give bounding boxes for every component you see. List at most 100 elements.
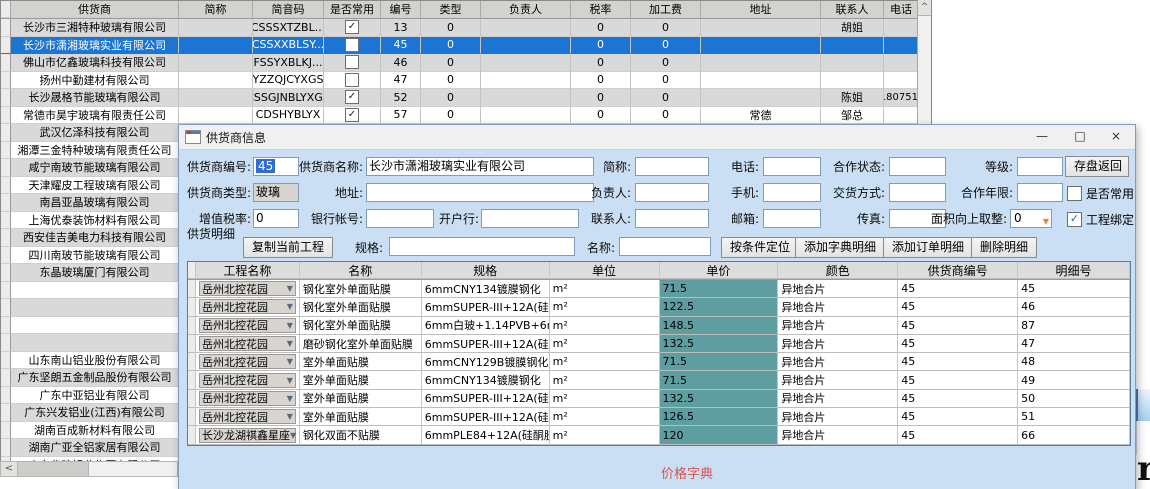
table-row[interactable]: 长沙晟格节能玻璃有限公司CSSGJNBLYXGS✓52000陈姐180751 [1, 89, 931, 107]
delivery-method-field[interactable] [889, 183, 946, 202]
scroll-left-icon[interactable]: < [1, 462, 18, 476]
table-cell: 规格 [422, 262, 550, 279]
project-combo[interactable]: 岳州北控花园▼ [199, 318, 296, 333]
table-cell: 0 [631, 72, 701, 90]
scrollbar-thumb[interactable] [18, 462, 89, 476]
project-combo[interactable]: 岳州北控花园▼ [199, 373, 296, 388]
detail-row[interactable]: 岳州北控花园▼钢化室外单面贴膜6mmSUPER-III+12A(硅...m²12… [188, 298, 1130, 316]
detail-row[interactable]: 岳州北控花园▼室外单面贴膜6mmSUPER-III+12A(硅...m²126.… [188, 408, 1130, 426]
area-round-up-combo[interactable]: 0 ▼ [1010, 209, 1052, 228]
checked-checkbox-icon[interactable]: ✓ [345, 20, 359, 34]
row-header-cell [188, 353, 196, 371]
checkbox-icon[interactable]: ✓ [1067, 212, 1082, 227]
close-icon[interactable]: × [1099, 125, 1133, 148]
phone-field[interactable] [763, 157, 821, 176]
address-field[interactable] [366, 183, 594, 202]
detail-row[interactable]: 长沙龙湖祺鑫星座▼钢化双面不贴膜6mmPLE84+12A(硅酮胶...m²120… [188, 426, 1130, 444]
detail-row[interactable]: 岳州北控花园▼钢化室外单面贴膜6mm白玻+1.14PVB+6mm...m²148… [188, 317, 1130, 335]
unchecked-checkbox-icon[interactable] [345, 73, 359, 87]
email-field[interactable] [763, 209, 821, 228]
grade-field[interactable] [1017, 157, 1063, 176]
grade-label: 等级: [949, 158, 1013, 176]
minimize-icon[interactable]: — [1025, 125, 1059, 148]
add-order-detail-button[interactable]: 添加订单明细 [883, 237, 973, 258]
contact-field[interactable] [635, 209, 709, 228]
table-cell: 71.5 [660, 280, 779, 298]
table-row[interactable]: 长沙市潇湘玻璃实业有限公司CSSXXBLSY...45000 [1, 37, 931, 55]
coop-status-field[interactable] [889, 157, 946, 176]
table-cell [11, 282, 179, 300]
detail-row[interactable]: 岳州北控花园▼室外单面贴膜6mmCNY129B镀膜钢化m²71.5异地合片454… [188, 353, 1130, 371]
project-combo[interactable]: 岳州北控花园▼ [199, 281, 296, 296]
table-row[interactable]: 扬州中勤建材有限公司YZZQJCYXGS47000 [1, 72, 931, 90]
chevron-down-icon: ▼ [1043, 213, 1049, 230]
project-combo[interactable]: 岳州北控花园▼ [199, 354, 296, 369]
table-cell: 0 [571, 37, 631, 55]
owner-field[interactable] [635, 183, 709, 202]
detail-row[interactable]: 岳州北控花园▼磨砂钢化室外单面贴膜6mmSUPER-III+12A(硅...m²… [188, 335, 1130, 353]
table-cell: 45 [1018, 280, 1130, 298]
detail-row[interactable]: 岳州北控花园▼室外单面贴膜6mmSUPER-III+12A(硅...m²132.… [188, 390, 1130, 408]
bank-branch-field[interactable] [481, 209, 579, 228]
project-combo[interactable]: 岳州北控花园▼ [199, 409, 296, 424]
delivery-method-label: 交货方式: [817, 184, 885, 202]
supplier-no-label: 供货商编号: [179, 158, 251, 176]
table-cell: 异地合片 [778, 335, 898, 353]
coop-years-field[interactable] [1017, 183, 1063, 202]
table-cell: 湘潭三金特种玻璃有限责任公司 [11, 142, 179, 160]
project-combo[interactable]: 岳州北控花园▼ [199, 336, 296, 351]
table-cell: m² [550, 335, 660, 353]
unchecked-checkbox-icon[interactable] [345, 38, 359, 52]
occluded-window-fragment [1136, 389, 1150, 423]
common-use-checkbox[interactable]: 是否常用 [1067, 185, 1134, 202]
chevron-down-icon: ▼ [287, 376, 293, 385]
checkbox-icon[interactable] [1067, 186, 1082, 201]
copy-project-button[interactable]: 复制当前工程 [243, 237, 333, 258]
table-cell: 126.5 [660, 408, 779, 426]
common-use-label: 是否常用 [1086, 185, 1134, 202]
checked-checkbox-icon[interactable]: ✓ [345, 108, 359, 122]
project-combo[interactable]: 岳州北控花园▼ [199, 299, 296, 314]
unchecked-checkbox-icon[interactable] [345, 55, 359, 69]
table-cell: 71.5 [660, 371, 779, 389]
spec-filter-input[interactable] [389, 237, 575, 256]
short-name-field[interactable] [635, 157, 709, 176]
email-label: 邮箱: [699, 210, 759, 228]
table-row[interactable]: 佛山市亿鑫玻璃科技有限公司FSSYXBLKJ...46000 [1, 54, 931, 72]
project-combo[interactable]: 岳州北控花园▼ [199, 391, 296, 406]
delete-detail-button[interactable]: 删除明细 [971, 237, 1037, 258]
row-header-cell [1, 142, 11, 160]
project-combo[interactable]: 长沙龙湖祺鑫星座▼ [199, 428, 296, 443]
bank-account-field[interactable] [366, 209, 434, 228]
table-cell: 0 [631, 19, 701, 37]
table-cell: 陈姐 [821, 89, 884, 107]
detail-row[interactable]: 岳州北控花园▼钢化室外单面贴膜6mmCNY134镀膜钢化m²71.5异地合片45… [188, 280, 1130, 298]
locate-button[interactable]: 按条件定位 [721, 237, 799, 258]
supply-detail-table[interactable]: 工程名称名称规格单位单价颜色供货商编号明细号岳州北控花园▼钢化室外单面贴膜6mm… [187, 261, 1131, 446]
dialog-titlebar[interactable]: 供货商信息 — □ × [179, 125, 1135, 150]
row-header-cell [188, 408, 196, 426]
table-cell: 57 [381, 107, 421, 125]
table-cell: 异地合片 [778, 371, 898, 389]
table-cell [481, 37, 571, 55]
table-row[interactable]: 长沙市三湘特种玻璃有限公司CSSSXTZBL...✓13000胡姐 [1, 19, 931, 37]
row-header-cell [1, 89, 11, 107]
mobile-field[interactable] [763, 183, 821, 202]
maximize-icon[interactable]: □ [1063, 125, 1097, 148]
table-cell: ✓ [324, 107, 381, 125]
add-dict-detail-button[interactable]: 添加字典明细 [795, 237, 885, 258]
table-cell: 东晶玻璃厦门有限公司 [11, 264, 179, 282]
name-filter-label: 名称: [575, 239, 615, 257]
name-filter-input[interactable] [619, 237, 711, 256]
supplier-name-field[interactable]: 长沙市潇湘玻璃实业有限公司 [366, 157, 594, 176]
save-return-button[interactable]: 存盘返回 [1065, 156, 1129, 177]
table-row[interactable]: 常德市昊宇玻璃有限责任公司CDSHYBLYX✓57000常德邹总 [1, 107, 931, 125]
table-cell: 天津耀皮工程玻璃有限公司 [11, 177, 179, 195]
checked-checkbox-icon[interactable]: ✓ [345, 90, 359, 104]
scroll-up-icon[interactable]: ^ [918, 0, 931, 16]
horizontal-scrollbar[interactable]: < [0, 461, 178, 477]
table-cell: 工程名称 [196, 262, 300, 279]
detail-row[interactable]: 岳州北控花园▼室外单面贴膜6mmCNY134镀膜钢化m²71.5异地合片4549 [188, 371, 1130, 389]
table-cell: 长沙市潇湘玻璃实业有限公司 [11, 37, 179, 55]
project-bind-checkbox[interactable]: ✓ 工程绑定 [1067, 211, 1134, 228]
